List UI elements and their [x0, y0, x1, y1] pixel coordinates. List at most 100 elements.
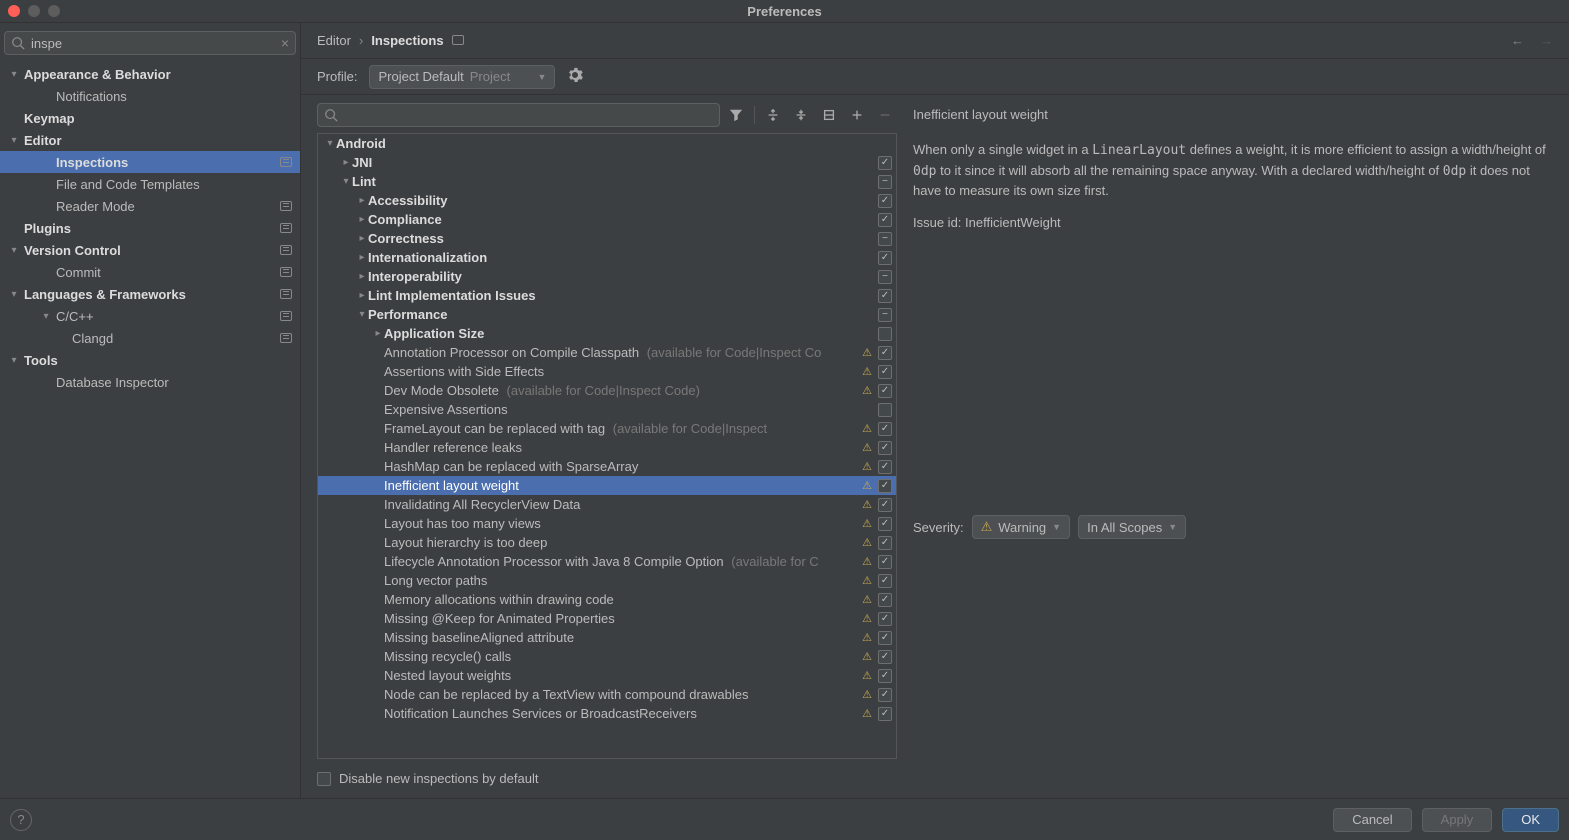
apply-button[interactable]: Apply — [1422, 808, 1493, 832]
inspection-checkbox[interactable] — [878, 308, 892, 322]
expand-all-button[interactable] — [761, 103, 785, 127]
breadcrumb-parent[interactable]: Editor — [317, 33, 351, 48]
sidebar-item-languages-frameworks[interactable]: ▾Languages & Frameworks — [0, 283, 300, 305]
inspection-row[interactable]: ▸Interoperability — [318, 267, 896, 286]
inspection-checkbox[interactable] — [878, 422, 892, 436]
inspection-row[interactable]: Inefficient layout weight⚠ — [318, 476, 896, 495]
inspection-row[interactable]: ▾Performance — [318, 305, 896, 324]
sidebar-item-database-inspector[interactable]: Database Inspector — [0, 371, 300, 393]
inspection-row[interactable]: ▸Application Size — [318, 324, 896, 343]
sidebar-item-reader-mode[interactable]: Reader Mode — [0, 195, 300, 217]
inspection-checkbox[interactable] — [878, 479, 892, 493]
inspection-row[interactable]: Missing baselineAligned attribute⚠ — [318, 628, 896, 647]
profile-dropdown[interactable]: Project Default Project ▼ — [369, 65, 555, 89]
profile-gear-button[interactable] — [567, 67, 583, 86]
remove-button[interactable] — [873, 103, 897, 127]
inspection-row[interactable]: Layout has too many views⚠ — [318, 514, 896, 533]
inspection-checkbox[interactable] — [878, 175, 892, 189]
inspection-checkbox[interactable] — [878, 574, 892, 588]
inspection-row[interactable]: ▸Internationalization — [318, 248, 896, 267]
inspection-row[interactable]: ▾Lint — [318, 172, 896, 191]
sidebar-item-clangd[interactable]: Clangd — [0, 327, 300, 349]
inspections-search[interactable] — [317, 103, 720, 127]
sidebar-item-c-c-[interactable]: ▾C/C++ — [0, 305, 300, 327]
inspection-checkbox[interactable] — [878, 593, 892, 607]
inspections-search-input[interactable] — [338, 108, 713, 123]
inspection-row[interactable]: Memory allocations within drawing code⚠ — [318, 590, 896, 609]
inspection-checkbox[interactable] — [878, 460, 892, 474]
sidebar-item-inspections[interactable]: Inspections — [0, 151, 300, 173]
inspection-tree[interactable]: ▾Android▸JNI▾Lint▸Accessibility▸Complian… — [317, 133, 897, 759]
inspection-row[interactable]: Missing @Keep for Animated Properties⚠ — [318, 609, 896, 628]
inspection-checkbox[interactable] — [878, 213, 892, 227]
sidebar-item-version-control[interactable]: ▾Version Control — [0, 239, 300, 261]
disable-checkbox[interactable] — [317, 772, 331, 786]
inspection-checkbox[interactable] — [878, 536, 892, 550]
inspection-checkbox[interactable] — [878, 441, 892, 455]
inspection-row[interactable]: ▾Android — [318, 134, 896, 153]
sidebar-item-tools[interactable]: ▾Tools — [0, 349, 300, 371]
inspection-row[interactable]: Node can be replaced by a TextView with … — [318, 685, 896, 704]
inspection-row[interactable]: ▸Correctness — [318, 229, 896, 248]
inspection-row[interactable]: Handler reference leaks⚠ — [318, 438, 896, 457]
inspection-row[interactable]: Assertions with Side Effects⚠ — [318, 362, 896, 381]
scope-dropdown[interactable]: In All Scopes ▼ — [1078, 515, 1186, 539]
close-window-button[interactable] — [8, 5, 20, 17]
clear-search-icon[interactable]: × — [281, 35, 289, 51]
inspection-row[interactable]: Nested layout weights⚠ — [318, 666, 896, 685]
nav-back-button[interactable]: ← — [1511, 33, 1524, 48]
sidebar-item-notifications[interactable]: Notifications — [0, 85, 300, 107]
inspection-checkbox[interactable] — [878, 631, 892, 645]
inspection-row[interactable]: ▸Lint Implementation Issues — [318, 286, 896, 305]
inspection-checkbox[interactable] — [878, 555, 892, 569]
inspection-row[interactable]: ▸Accessibility — [318, 191, 896, 210]
inspection-row[interactable]: Long vector paths⚠ — [318, 571, 896, 590]
inspection-row[interactable]: ▸Compliance — [318, 210, 896, 229]
inspection-checkbox[interactable] — [878, 384, 892, 398]
sidebar-search[interactable]: × — [4, 31, 296, 55]
inspection-checkbox[interactable] — [878, 669, 892, 683]
inspection-row[interactable]: FrameLayout can be replaced with tag (av… — [318, 419, 896, 438]
sidebar-item-file-and-code-templates[interactable]: File and Code Templates — [0, 173, 300, 195]
inspection-checkbox[interactable] — [878, 270, 892, 284]
inspection-checkbox[interactable] — [878, 194, 892, 208]
inspection-row[interactable]: Expensive Assertions — [318, 400, 896, 419]
inspection-row[interactable]: Dev Mode Obsolete (available for Code|In… — [318, 381, 896, 400]
filter-button[interactable] — [724, 103, 748, 127]
inspection-row[interactable]: Annotation Processor on Compile Classpat… — [318, 343, 896, 362]
inspection-row[interactable]: ▸JNI — [318, 153, 896, 172]
inspection-checkbox[interactable] — [878, 251, 892, 265]
sidebar-item-keymap[interactable]: Keymap — [0, 107, 300, 129]
cancel-button[interactable]: Cancel — [1333, 808, 1411, 832]
sidebar-search-input[interactable] — [25, 36, 281, 51]
help-button[interactable]: ? — [10, 809, 32, 831]
maximize-window-button[interactable] — [48, 5, 60, 17]
ok-button[interactable]: OK — [1502, 808, 1559, 832]
sidebar-item-commit[interactable]: Commit — [0, 261, 300, 283]
inspection-row[interactable]: Layout hierarchy is too deep⚠ — [318, 533, 896, 552]
inspection-checkbox[interactable] — [878, 403, 892, 417]
sidebar-item-appearance-behavior[interactable]: ▾Appearance & Behavior — [0, 63, 300, 85]
sidebar-item-editor[interactable]: ▾Editor — [0, 129, 300, 151]
reset-button[interactable] — [817, 103, 841, 127]
inspection-checkbox[interactable] — [878, 232, 892, 246]
inspection-checkbox[interactable] — [878, 612, 892, 626]
inspection-checkbox[interactable] — [878, 365, 892, 379]
severity-dropdown[interactable]: ⚠ Warning ▼ — [972, 515, 1071, 539]
inspection-row[interactable]: Missing recycle() calls⚠ — [318, 647, 896, 666]
add-button[interactable] — [845, 103, 869, 127]
sidebar-item-plugins[interactable]: Plugins — [0, 217, 300, 239]
inspection-checkbox[interactable] — [878, 498, 892, 512]
inspection-checkbox[interactable] — [878, 289, 892, 303]
inspection-checkbox[interactable] — [878, 327, 892, 341]
collapse-all-button[interactable] — [789, 103, 813, 127]
inspection-checkbox[interactable] — [878, 707, 892, 721]
inspection-checkbox[interactable] — [878, 517, 892, 531]
inspection-checkbox[interactable] — [878, 650, 892, 664]
inspection-row[interactable]: HashMap can be replaced with SparseArray… — [318, 457, 896, 476]
inspection-checkbox[interactable] — [878, 156, 892, 170]
inspection-checkbox[interactable] — [878, 346, 892, 360]
minimize-window-button[interactable] — [28, 5, 40, 17]
inspection-row[interactable]: Invalidating All RecyclerView Data⚠ — [318, 495, 896, 514]
nav-forward-button[interactable]: → — [1540, 33, 1553, 48]
